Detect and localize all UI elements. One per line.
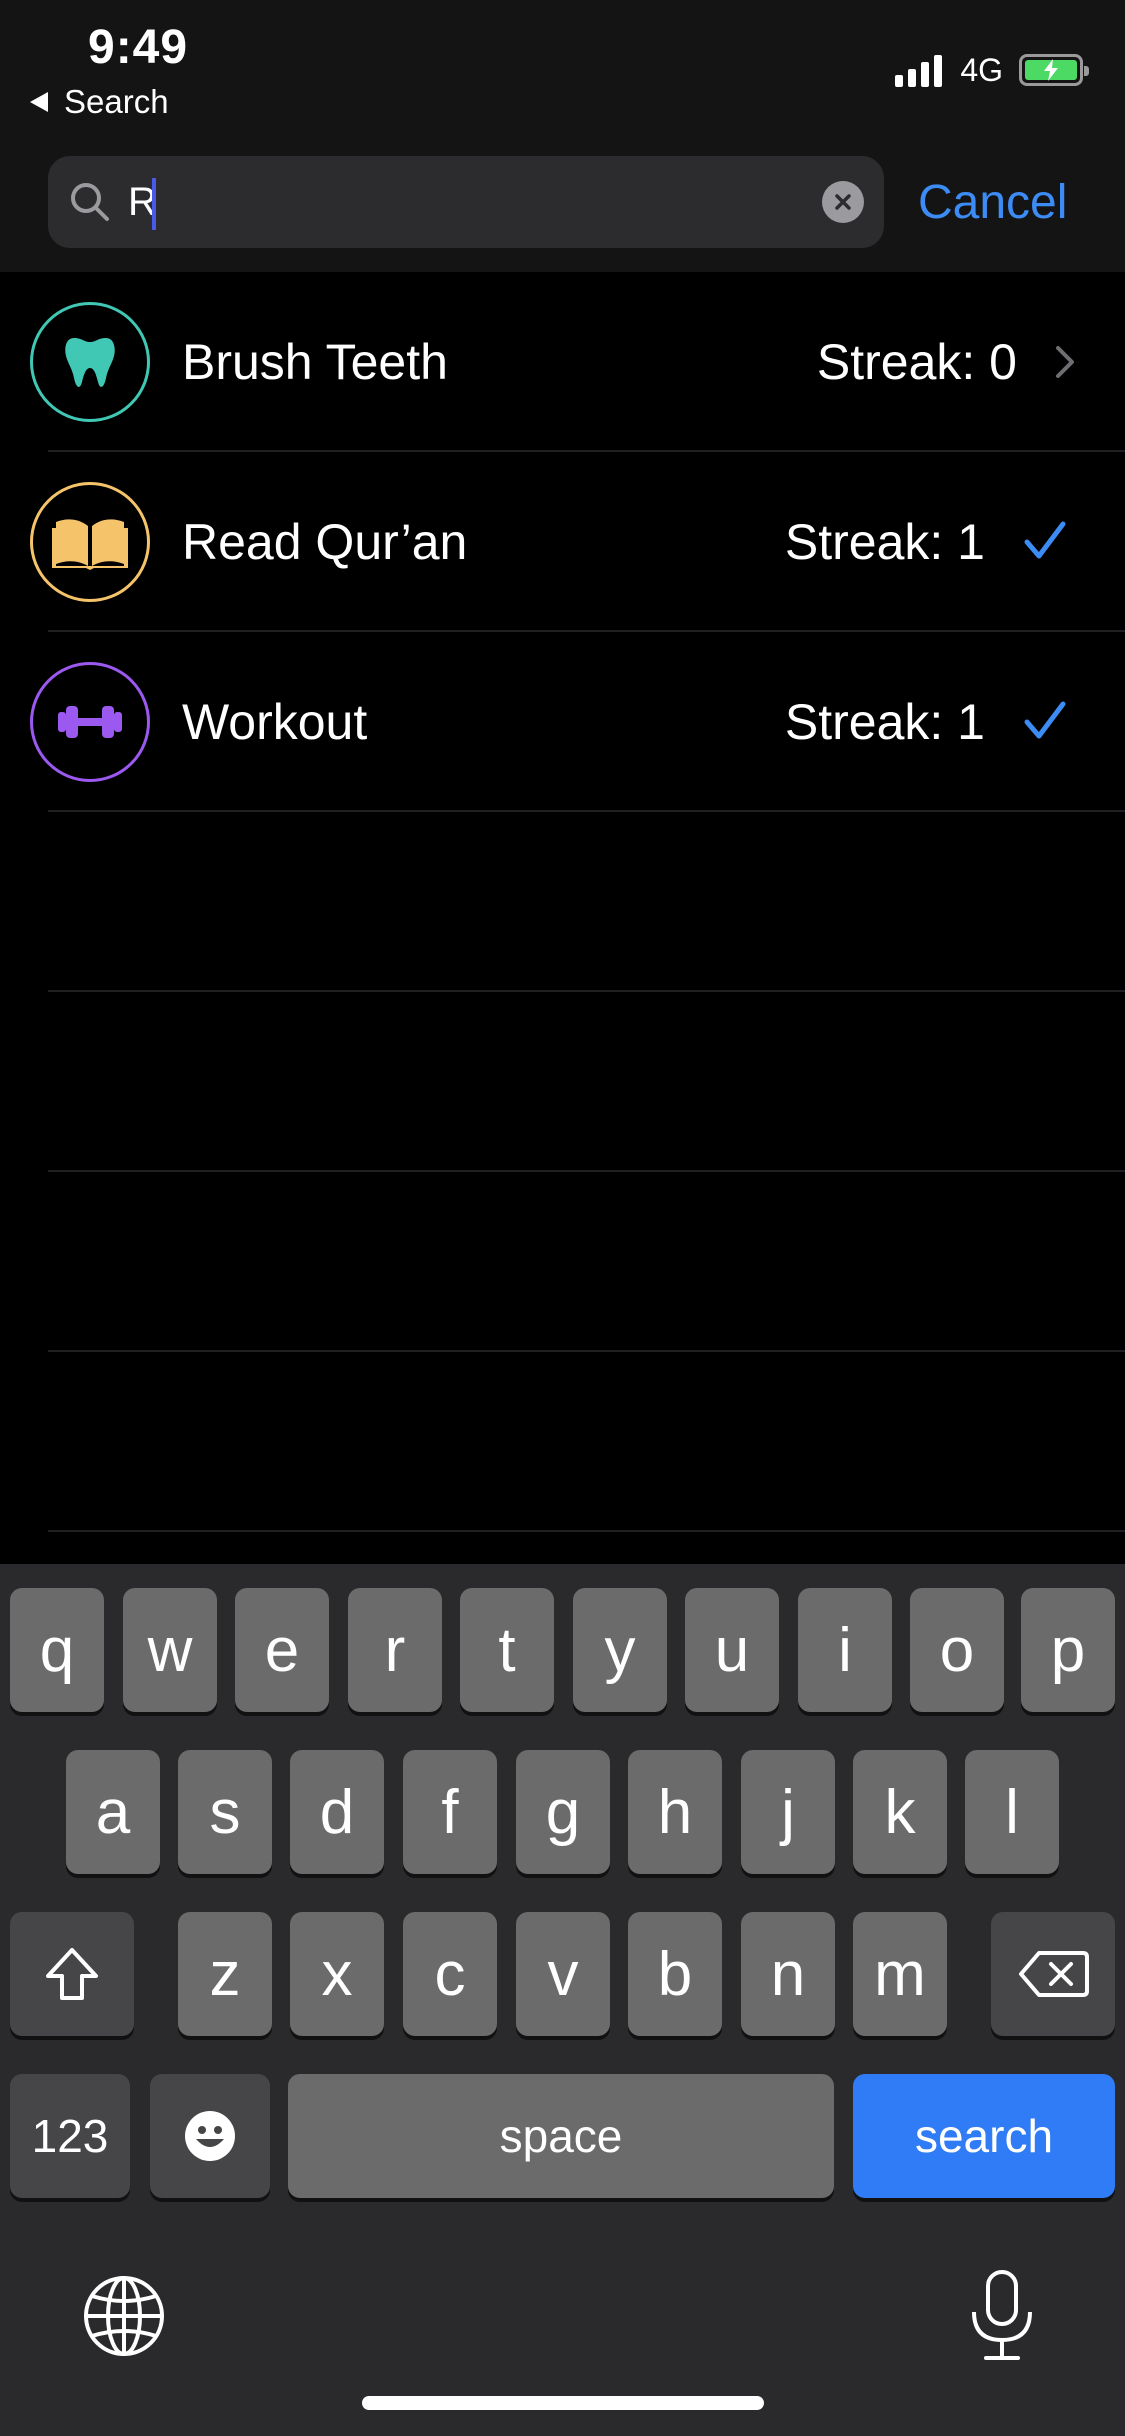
key-f[interactable]: f xyxy=(403,1750,497,1874)
key-c[interactable]: c xyxy=(403,1912,497,2036)
key-k[interactable]: k xyxy=(853,1750,947,1874)
cellular-signal-icon xyxy=(895,53,943,87)
habit-name: Workout xyxy=(182,694,368,750)
battery-icon xyxy=(1019,54,1089,86)
navigation-header: 9:49 Search 4G R Cancel xyxy=(0,0,1125,272)
search-input[interactable] xyxy=(128,170,848,234)
shift-arrow-icon xyxy=(46,1948,98,2000)
habit-row-workout[interactable]: Workout Streak: 1 xyxy=(0,632,1125,812)
key-g[interactable]: g xyxy=(516,1750,610,1874)
habit-name: Read Qur’an xyxy=(182,514,468,570)
tooth-icon xyxy=(30,302,150,422)
habit-search-results: Brush Teeth Streak: 0 Read Qur’an Streak… xyxy=(0,272,1125,1532)
key-b[interactable]: b xyxy=(628,1912,722,2036)
habit-row-brush-teeth[interactable]: Brush Teeth Streak: 0 xyxy=(0,272,1125,452)
clear-search-button[interactable] xyxy=(822,181,864,223)
empty-list-row xyxy=(0,992,1125,1172)
search-key[interactable]: search xyxy=(853,2074,1115,2198)
key-r[interactable]: r xyxy=(348,1588,442,1712)
key-o[interactable]: o xyxy=(910,1588,1004,1712)
key-e[interactable]: e xyxy=(235,1588,329,1712)
clear-x-icon xyxy=(835,194,851,210)
key-j[interactable]: j xyxy=(741,1750,835,1874)
microphone-icon[interactable] xyxy=(966,2268,1038,2364)
keyboard: q w e r t y u i o p a s d f g h j k l z … xyxy=(0,1564,1125,2436)
habit-streak: Streak: 1 xyxy=(784,514,985,570)
key-n[interactable]: n xyxy=(741,1912,835,2036)
emoji-face-icon xyxy=(185,2111,235,2161)
key-u[interactable]: u xyxy=(685,1588,779,1712)
chevron-right-icon xyxy=(1052,342,1078,382)
empty-list-row xyxy=(0,1352,1125,1532)
back-arrow-icon xyxy=(30,92,48,112)
key-m[interactable]: m xyxy=(853,1912,947,2036)
status-time: 9:49 xyxy=(88,21,189,74)
text-cursor xyxy=(152,178,156,230)
checkmark-icon xyxy=(1022,518,1068,564)
key-i[interactable]: i xyxy=(798,1588,892,1712)
habit-streak: Streak: 1 xyxy=(784,694,985,750)
book-icon xyxy=(30,482,150,602)
key-h[interactable]: h xyxy=(628,1750,722,1874)
empty-list-row xyxy=(0,812,1125,992)
key-d[interactable]: d xyxy=(290,1750,384,1874)
empty-list-row xyxy=(0,1172,1125,1352)
shift-key[interactable] xyxy=(10,1912,134,2036)
magnifying-glass-icon xyxy=(71,183,109,221)
emoji-key[interactable] xyxy=(150,2074,270,2198)
key-t[interactable]: t xyxy=(460,1588,554,1712)
cancel-button[interactable]: Cancel xyxy=(918,172,1067,232)
globe-icon[interactable] xyxy=(82,2274,166,2358)
habit-streak: Streak: 0 xyxy=(816,334,1017,390)
back-link-label: Search xyxy=(64,83,169,120)
key-s[interactable]: s xyxy=(178,1750,272,1874)
key-x[interactable]: x xyxy=(290,1912,384,2036)
key-y[interactable]: y xyxy=(573,1588,667,1712)
key-w[interactable]: w xyxy=(123,1588,217,1712)
dumbbell-icon xyxy=(30,662,150,782)
checkmark-icon xyxy=(1022,698,1068,744)
key-q[interactable]: q xyxy=(10,1588,104,1712)
backspace-icon xyxy=(1019,1951,1089,1997)
charging-bolt-icon xyxy=(1044,59,1058,81)
search-field[interactable] xyxy=(48,156,884,248)
delete-key[interactable] xyxy=(991,1912,1115,2036)
space-key[interactable]: space xyxy=(288,2074,834,2198)
network-type: 4G xyxy=(960,51,1003,88)
habit-row-read-quran[interactable]: Read Qur’an Streak: 1 xyxy=(0,452,1125,632)
numbers-key[interactable]: 123 xyxy=(10,2074,130,2198)
habit-name: Brush Teeth xyxy=(182,334,448,390)
status-indicators: 4G xyxy=(895,48,1089,92)
key-l[interactable]: l xyxy=(965,1750,1059,1874)
home-indicator xyxy=(362,2396,764,2410)
key-a[interactable]: a xyxy=(66,1750,160,1874)
key-v[interactable]: v xyxy=(516,1912,610,2036)
back-to-search-link[interactable]: Search xyxy=(30,80,169,124)
key-p[interactable]: p xyxy=(1021,1588,1115,1712)
key-z[interactable]: z xyxy=(178,1912,272,2036)
